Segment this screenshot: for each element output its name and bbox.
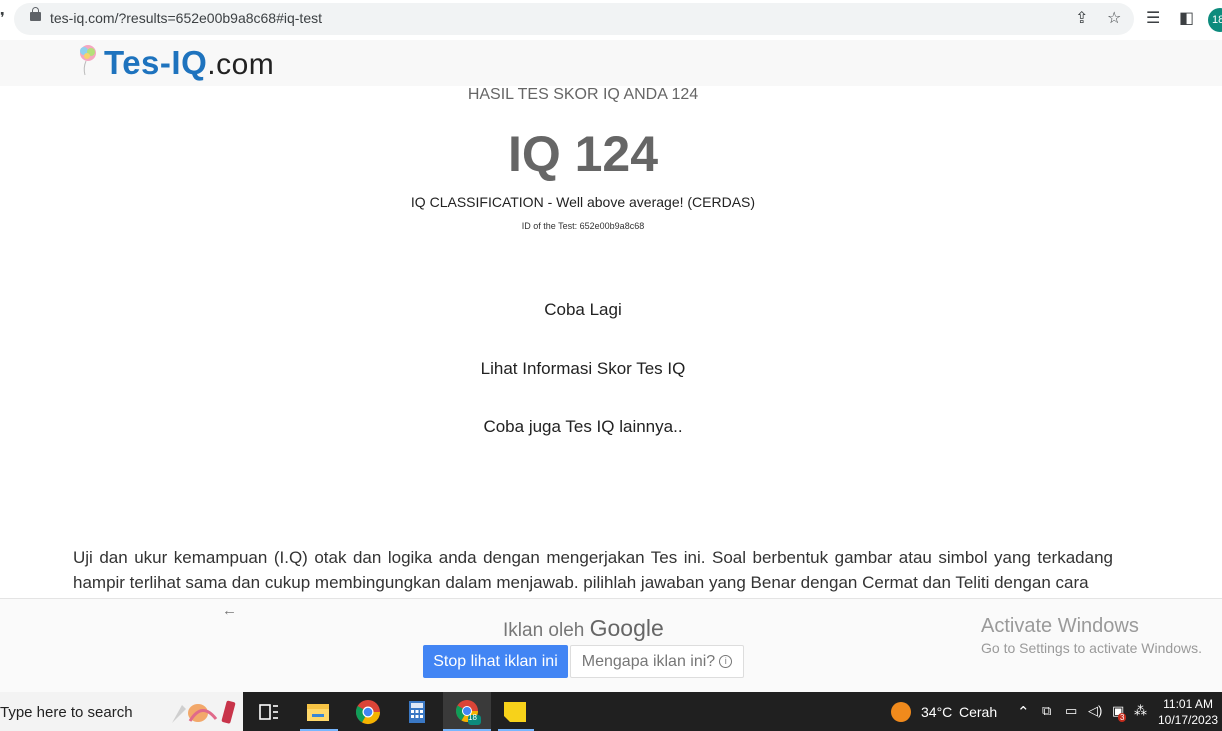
url-text[interactable]: tes-iq.com/?results=652e00b9a8c68#iq-tes… [50, 10, 322, 26]
clock-time: 11:01 AM [1163, 697, 1213, 711]
chrome-profile-icon[interactable] [453, 697, 483, 727]
file-explorer-icon[interactable] [303, 697, 333, 727]
chevron-up-icon[interactable]: ⌃ [1017, 703, 1030, 721]
volume-icon[interactable]: ◁) [1088, 703, 1102, 719]
result-heading: HASIL TES SKOR IQ ANDA 124 [467, 86, 699, 103]
activate-windows-watermark: Activate Windows Go to Settings to activ… [981, 615, 1202, 656]
google-brand: Google [589, 615, 664, 641]
chrome-icon[interactable] [353, 697, 383, 727]
task-view-icon[interactable] [253, 697, 283, 727]
iq-classification: IQ CLASSIFICATION - Well above average! … [410, 194, 756, 210]
reading-list-icon[interactable]: ☰ [1146, 9, 1160, 29]
weather-sun-icon[interactable] [891, 702, 911, 722]
site-logo[interactable]: Tes-IQ.com [104, 44, 274, 82]
why-ad-label: Mengapa iklan ini? [581, 653, 716, 670]
logo-domain: .com [207, 48, 275, 81]
back-arrow-icon[interactable]: ← [222, 602, 237, 619]
clock-date: 10/17/2023 [1158, 713, 1219, 727]
meet-icon[interactable]: ⧉ [1042, 703, 1051, 719]
brain-logo-icon [80, 45, 96, 76]
ad-title: Iklan oleh Google [503, 615, 664, 642]
ad-title-prefix: Iklan oleh [503, 620, 585, 641]
browser-toolbar: ❜ tes-iq.com/?results=652e00b9a8c68#iq-t… [0, 0, 1222, 40]
info-icon: i [719, 655, 733, 669]
share-icon[interactable]: ⇪ [1075, 9, 1088, 29]
battery-icon[interactable]: ▭ [1065, 703, 1077, 719]
other-tests-link-text[interactable]: Coba juga Tes IQ lainnya.. [483, 417, 682, 436]
description-text: Uji dan ukur kemampuan (I.Q) otak dan lo… [73, 548, 1113, 592]
profile-avatar[interactable]: 18 [1208, 8, 1222, 32]
system-clock[interactable]: 11:01 AM 10/17/2023 [1158, 696, 1218, 728]
other-tests-link[interactable]: Coba juga Tes IQ lainnya.. [0, 417, 1166, 437]
chrome-profile-badge: 18 [468, 713, 477, 722]
weather-desc[interactable]: Cerah [959, 704, 997, 720]
language-icon[interactable]: ⁂ [1134, 703, 1147, 719]
test-id: ID of the Test: 652e00b9a8c68 [521, 221, 645, 231]
logo-main: Tes-IQ [104, 44, 208, 81]
why-ad-button[interactable]: Mengapa iklan ini? i [570, 645, 744, 678]
side-panel-icon[interactable]: ◧ [1179, 9, 1194, 29]
retry-link-text[interactable]: Coba Lagi [544, 300, 622, 319]
retry-link[interactable]: Coba Lagi [0, 300, 1166, 320]
watermark-line1: Activate Windows [981, 615, 1139, 637]
watermark-line2: Go to Settings to activate Windows. [981, 640, 1202, 656]
score-info-link-text[interactable]: Lihat Informasi Skor Tes IQ [481, 359, 686, 378]
search-highlight-art-icon [172, 700, 236, 724]
calculator-icon[interactable] [402, 697, 432, 727]
stop-ad-button[interactable]: Stop lihat iklan ini [423, 645, 568, 678]
iq-score: IQ 124 [507, 126, 659, 182]
lock-icon[interactable] [30, 7, 41, 21]
taskbar-search-placeholder[interactable]: Type here to search [0, 704, 133, 721]
weather-temp[interactable]: 34°C [921, 704, 952, 720]
star-icon[interactable]: ☆ [1107, 9, 1121, 29]
sticky-notes-icon[interactable] [500, 697, 530, 727]
score-info-link[interactable]: Lihat Informasi Skor Tes IQ [0, 359, 1166, 379]
menu-tick-icon[interactable]: ❜ [0, 9, 5, 27]
